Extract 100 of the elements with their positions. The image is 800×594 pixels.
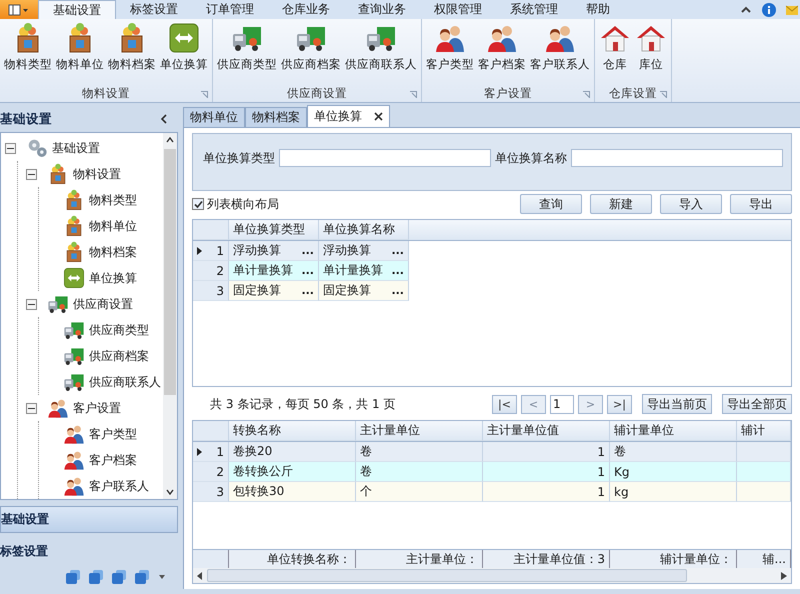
ellipsis-button[interactable]: ... [391,284,404,297]
ribbon-button[interactable]: 物料单位 [54,22,106,84]
row-header[interactable]: 2 [193,462,229,482]
ribbon-tab[interactable]: 仓库业务 [268,0,344,19]
stacked-squares-icon[interactable] [112,570,126,584]
group-label: 物料设置 [82,86,130,100]
ellipsis-button[interactable]: ... [301,244,314,257]
column-header[interactable]: 单位换算类型 [229,220,319,240]
column-header[interactable]: 单位换算名称 [319,220,409,240]
tree-item[interactable]: 物料单位 [89,218,137,234]
tree-item[interactable]: 客户类型 [89,426,137,442]
vertical-scrollbar[interactable] [163,133,177,499]
page-field[interactable]: 1 [550,394,574,414]
layout-checkbox[interactable]: 列表横向布局 [192,196,279,212]
document-tab[interactable]: 物料单位 [183,107,245,127]
row-header[interactable]: 3 [193,482,229,502]
app-menu-button[interactable] [0,0,38,19]
tree-expander[interactable] [26,168,37,180]
column-header[interactable]: 辅计量单位 [610,421,737,441]
tree-item[interactable]: 物料设置 [73,166,121,182]
scroll-right-icon[interactable] [781,572,787,580]
tree-expander[interactable] [26,402,37,414]
tree-expander[interactable] [26,298,37,310]
dropdown-caret-icon[interactable] [158,574,166,580]
horizontal-scrollbar[interactable] [193,568,791,583]
ribbon-tab[interactable]: 标签设置 [116,0,192,19]
table-cell: 卷换20 [229,442,356,462]
row-header[interactable]: 2 [193,261,229,281]
ribbon-button[interactable]: 客户联系人 [528,22,592,84]
tree-item[interactable]: 基础设置 [52,140,100,156]
page-button[interactable]: |< [492,394,517,414]
ellipsis-button[interactable]: ... [391,244,404,257]
export-button[interactable]: 导出当前页 [642,394,712,414]
column-header[interactable]: 辅计 [737,421,791,441]
ribbon-button[interactable]: 客户档案 [476,22,528,84]
header-cell [193,220,229,240]
close-icon[interactable] [374,112,383,121]
ribbon-tab[interactable]: 基础设置 [38,0,116,19]
scroll-left-icon[interactable] [197,572,203,580]
input-field[interactable] [279,149,491,167]
stacked-squares-icon[interactable] [66,570,80,584]
action-button[interactable]: 导出 [730,194,792,214]
action-button[interactable]: 导入 [660,194,722,214]
column-header[interactable]: 主计量单位 [356,421,483,441]
ribbon-tab[interactable]: 订单管理 [192,0,268,19]
tree-expander[interactable] [5,142,16,154]
table-cell: 固定换算 [323,282,371,299]
scroll-down-icon[interactable] [166,489,174,495]
document-tab[interactable]: 单位换算 [307,105,390,127]
row-header[interactable]: 1 [193,241,229,261]
nav-section[interactable]: 标签设置 [0,539,178,564]
ribbon-button[interactable]: 库位 [633,22,669,84]
ribbon-button[interactable]: 单位换算 [158,22,210,84]
scroll-up-icon[interactable] [166,137,174,143]
tree-item[interactable]: 物料类型 [89,192,137,208]
column-header[interactable]: 转换名称 [229,421,356,441]
ribbon-tab[interactable]: 系统管理 [496,0,572,19]
input-field[interactable] [571,149,783,167]
action-button[interactable]: 查询 [520,194,582,214]
table-cell: 个 [356,482,483,502]
tree-item[interactable]: 客户联系人 [89,478,149,494]
document-tab[interactable]: 物料档案 [245,107,307,127]
ribbon-button[interactable]: 物料类型 [2,22,54,84]
tree-item[interactable]: 供应商档案 [89,348,149,364]
tree-item[interactable]: 单位换算 [89,270,137,286]
envelope-icon[interactable] [786,4,798,16]
ellipsis-button[interactable]: ... [301,284,314,297]
nav-section[interactable]: 基础设置 [0,506,178,533]
ribbon-tab[interactable]: 帮助 [572,0,624,19]
ribbon-button[interactable]: 物料档案 [106,22,158,84]
table-cell: 卷转换公斤 [229,462,356,482]
ribbon-button[interactable]: 客户类型 [424,22,476,84]
row-header[interactable]: 3 [193,281,229,301]
swap-arrows-icon [63,267,85,289]
page-button[interactable]: >| [607,394,632,414]
table-cell: 卷 [356,462,483,482]
tree-item[interactable]: 供应商联系人 [89,374,161,390]
caret-up-icon[interactable] [740,4,752,14]
ribbon-button[interactable]: 仓库 [597,22,633,84]
export-button[interactable]: 导出全部页 [722,394,792,414]
column-header[interactable]: 主计量单位值 [483,421,610,441]
tree-item[interactable]: 供应商设置 [73,296,133,312]
tree-item[interactable]: 供应商类型 [89,322,149,338]
stacked-squares-icon[interactable] [135,570,149,584]
info-icon[interactable] [761,2,777,18]
ribbon-tab[interactable]: 权限管理 [420,0,496,19]
tree-item[interactable]: 客户档案 [89,452,137,468]
row-header[interactable]: 1 [193,442,229,462]
ribbon-button[interactable]: 供应商档案 [279,22,343,84]
sidebar-title: 基础设置 [0,110,52,128]
tree-item[interactable]: 物料档案 [89,244,137,260]
stacked-squares-icon[interactable] [89,570,103,584]
ribbon-tab[interactable]: 查询业务 [344,0,420,19]
ellipsis-button[interactable]: ... [391,264,404,277]
ribbon-button[interactable]: 供应商联系人 [343,22,419,84]
collapse-icon[interactable] [160,114,168,124]
tree-item[interactable]: 客户设置 [73,400,121,416]
ellipsis-button[interactable]: ... [301,264,314,277]
action-button[interactable]: 新建 [590,194,652,214]
ribbon-button[interactable]: 供应商类型 [215,22,279,84]
